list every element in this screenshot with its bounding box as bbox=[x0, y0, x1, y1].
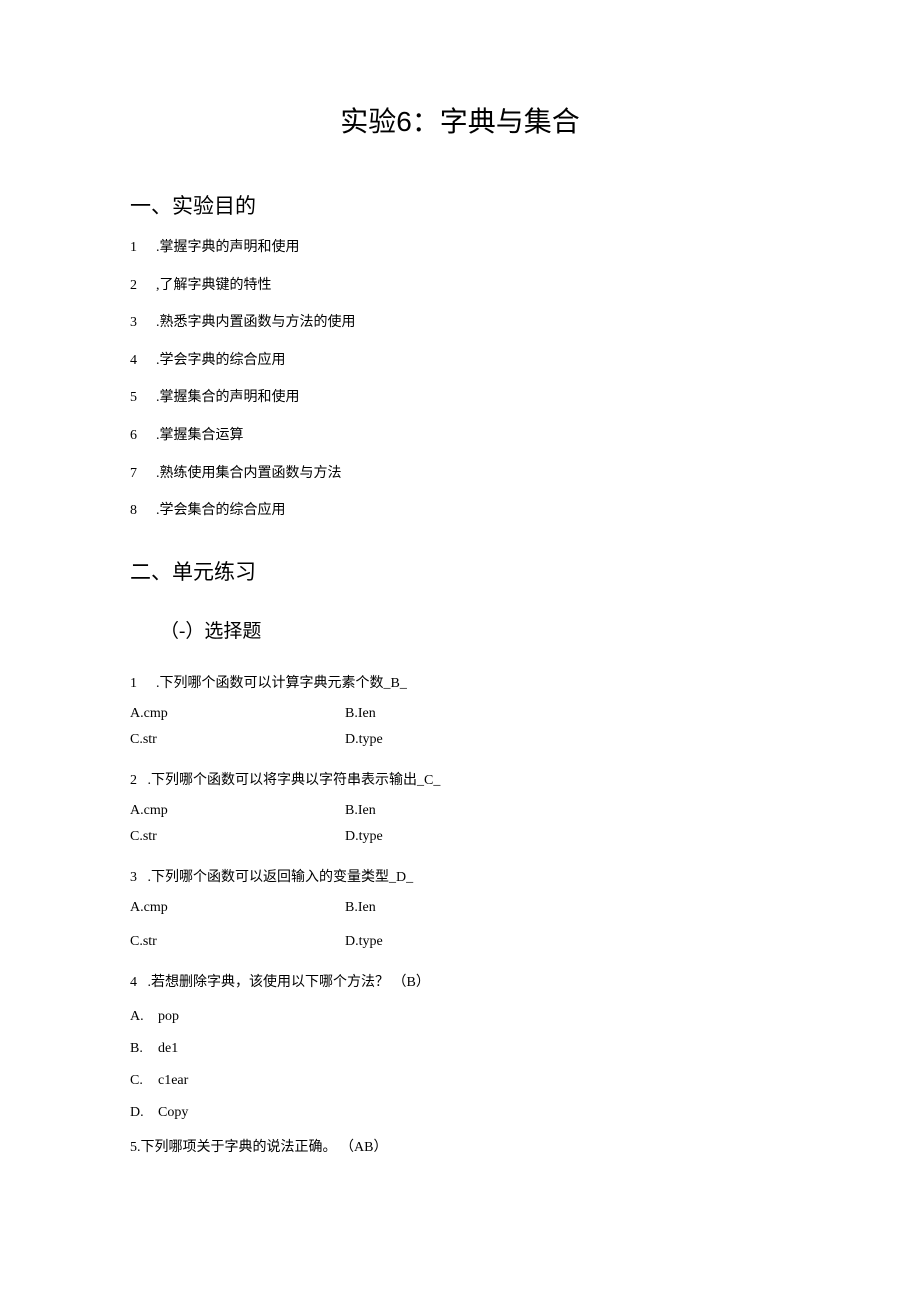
option-letter: D. bbox=[130, 1105, 148, 1121]
option-row: A.cmpB.Ien bbox=[130, 900, 790, 916]
obj-num: 6 bbox=[130, 426, 144, 446]
obj-num: 3 bbox=[130, 313, 144, 333]
question-stem: 5.下列哪项关于字典的说法正确。 （AB） bbox=[130, 1137, 790, 1158]
objective-item: 3 .熟悉字典内置函数与方法的使用 bbox=[130, 313, 790, 333]
obj-text: .掌握字典的声明和使用 bbox=[156, 240, 300, 255]
question-text: .下列哪个函数可以将字典以字符串表示输出_C_ bbox=[144, 773, 440, 788]
question-stem: 4 .若想删除字典，该使用以下哪个方法？ （B） bbox=[130, 972, 790, 993]
option-c: C.str bbox=[130, 732, 345, 748]
question-1: 1 .下列哪个函数可以计算字典元素个数_B_ A.cmpB.Ien C.strD.… bbox=[130, 673, 790, 748]
title-suffix: ：字典与集合 bbox=[412, 107, 580, 138]
objectives-list: 1 .掌握字典的声明和使用 2 ,了解字典键的特性 3 .熟悉字典内置函数与方法的使用… bbox=[130, 238, 790, 521]
obj-num: 2 bbox=[130, 276, 144, 296]
option-text: Copy bbox=[158, 1105, 188, 1120]
obj-text: .熟悉字典内置函数与方法的使用 bbox=[156, 315, 356, 330]
obj-num: 7 bbox=[130, 464, 144, 484]
option-letter: B. bbox=[130, 1041, 148, 1057]
question-4: 4 .若想删除字典，该使用以下哪个方法？ （B） A. pop B. de1 C. c… bbox=[130, 972, 790, 1121]
option-text: de1 bbox=[158, 1041, 178, 1056]
option-b: B. de1 bbox=[130, 1041, 790, 1057]
option-text: pop bbox=[158, 1009, 179, 1024]
option-row: C.strD.type bbox=[130, 934, 790, 950]
obj-text: ,了解字典键的特性 bbox=[156, 278, 272, 293]
section-2-heading: 二、单元练习 bbox=[130, 556, 790, 586]
question-text: .下列哪个函数可以返回输入的变量类型_D_ bbox=[144, 870, 413, 885]
option-row: A.cmpB.Ien bbox=[130, 803, 790, 819]
option-c: C.str bbox=[130, 829, 345, 845]
option-d: D.type bbox=[345, 934, 383, 949]
option-b: B.Ien bbox=[345, 706, 376, 721]
question-number: 1 bbox=[130, 673, 144, 694]
question-number: 3 bbox=[130, 867, 144, 888]
question-stem: 2 .下列哪个函数可以将字典以字符串表示输出_C_ bbox=[130, 770, 790, 791]
question-5: 5.下列哪项关于字典的说法正确。 （AB） bbox=[130, 1137, 790, 1158]
document-page: 实验6：字典与集合 一、实验目的 1.掌握字典的声明和使用 2,了解字典键的特性… bbox=[0, 0, 920, 1230]
subsection-heading: （-）选择题 bbox=[160, 616, 790, 643]
objective-item: 4 .学会字典的综合应用 bbox=[130, 351, 790, 371]
option-a: A.cmp bbox=[130, 706, 345, 722]
title-prefix: 实验 bbox=[340, 107, 396, 138]
question-number: 2 bbox=[130, 770, 144, 791]
objective-item: 2 ,了解字典键的特性 bbox=[130, 276, 790, 296]
option-row: C.strD.type bbox=[130, 829, 790, 845]
option-a: A.cmp bbox=[130, 803, 345, 819]
obj-num: 1 bbox=[130, 238, 144, 258]
option-d: D.type bbox=[345, 829, 383, 844]
option-d: D.type bbox=[345, 732, 383, 747]
option-row: A.cmpB.Ien bbox=[130, 706, 790, 722]
question-3: 3 .下列哪个函数可以返回输入的变量类型_D_ A.cmpB.Ien C.str… bbox=[130, 867, 790, 950]
question-stem: 1 .下列哪个函数可以计算字典元素个数_B_ bbox=[130, 673, 790, 694]
option-a: A.cmp bbox=[130, 900, 345, 916]
option-letter: A. bbox=[130, 1009, 148, 1025]
question-number: 4 bbox=[130, 972, 144, 993]
obj-num: 4 bbox=[130, 351, 144, 371]
objective-item: 6 .掌握集合运算 bbox=[130, 426, 790, 446]
obj-text: .掌握集合运算 bbox=[156, 428, 244, 443]
title-number: 6 bbox=[396, 106, 412, 137]
page-title: 实验6：字典与集合 bbox=[130, 100, 790, 140]
obj-text: .掌握集合的声明和使用 bbox=[156, 390, 300, 405]
option-row: C.strD.type bbox=[130, 732, 790, 748]
option-text: c1ear bbox=[158, 1073, 188, 1088]
obj-num: 8 bbox=[130, 501, 144, 521]
option-b: B.Ien bbox=[345, 803, 376, 818]
obj-text: .熟练使用集合内置函数与方法 bbox=[156, 466, 342, 481]
option-letter: C. bbox=[130, 1073, 148, 1089]
section-1-heading: 一、实验目的 bbox=[130, 190, 790, 220]
question-text: .若想删除字典，该使用以下哪个方法？ （B） bbox=[144, 975, 430, 990]
question-2: 2 .下列哪个函数可以将字典以字符串表示输出_C_ A.cmpB.Ien C.s… bbox=[130, 770, 790, 845]
option-d: D. Copy bbox=[130, 1105, 790, 1121]
objective-item: 8 .学会集合的综合应用 bbox=[130, 501, 790, 521]
objective-item: 5 .掌握集合的声明和使用 bbox=[130, 388, 790, 408]
obj-text: .学会集合的综合应用 bbox=[156, 503, 286, 518]
obj-text: .学会字典的综合应用 bbox=[156, 353, 286, 368]
option-c: C. c1ear bbox=[130, 1073, 790, 1089]
option-b: B.Ien bbox=[345, 900, 376, 915]
question-text: .下列哪个函数可以计算字典元素个数_B_ bbox=[156, 676, 407, 691]
option-a: A. pop bbox=[130, 1009, 790, 1025]
objective-item: 7 .熟练使用集合内置函数与方法 bbox=[130, 464, 790, 484]
question-stem: 3 .下列哪个函数可以返回输入的变量类型_D_ bbox=[130, 867, 790, 888]
option-c: C.str bbox=[130, 934, 345, 950]
obj-num: 5 bbox=[130, 388, 144, 408]
objective-item: 1 .掌握字典的声明和使用 bbox=[130, 238, 790, 258]
